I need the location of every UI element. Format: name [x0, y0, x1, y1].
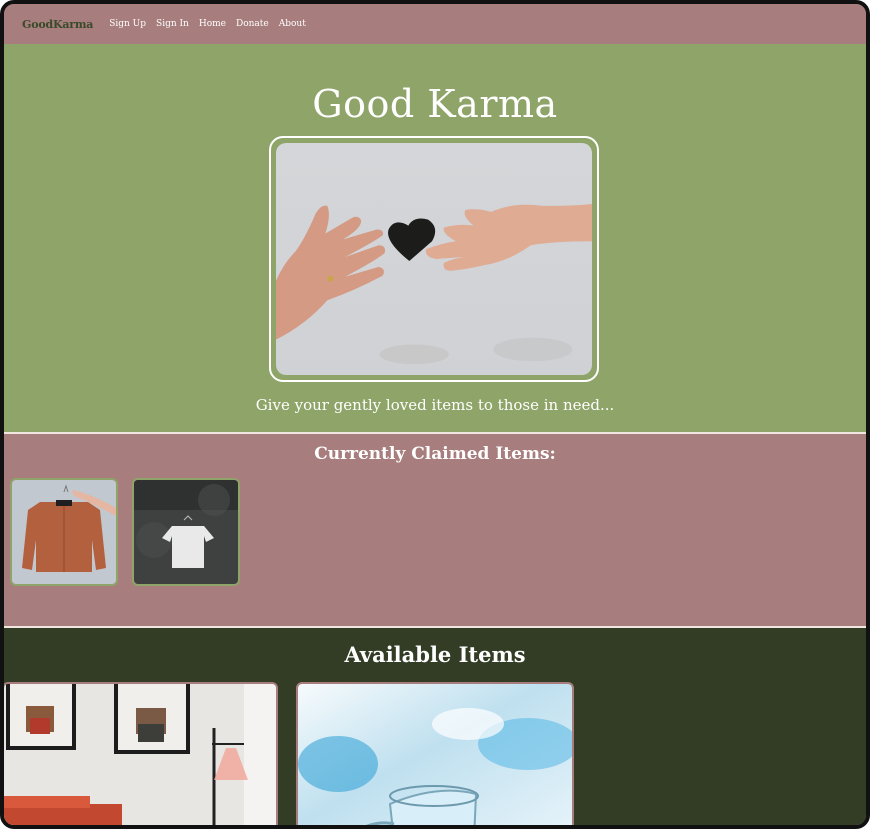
- available-item-card[interactable]: [296, 682, 574, 825]
- nav-link-sign-in[interactable]: Sign In: [156, 19, 189, 29]
- nav-link-about[interactable]: About: [279, 19, 306, 29]
- claimed-item-card[interactable]: [132, 478, 240, 586]
- nav-link-donate[interactable]: Donate: [236, 19, 269, 29]
- browser-frame: GoodKarma Sign Up Sign In Home Donate Ab…: [0, 0, 870, 829]
- claimed-items-section: Currently Claimed Items:: [4, 434, 866, 628]
- nav-link-home[interactable]: Home: [199, 19, 226, 29]
- hero-image-frame: [269, 136, 599, 382]
- available-items-section: Available Items: [4, 628, 866, 825]
- page-title: Good Karma: [312, 82, 558, 126]
- brand-logo[interactable]: GoodKarma: [22, 18, 93, 31]
- nav-link-sign-up[interactable]: Sign Up: [109, 19, 146, 29]
- available-section-title: Available Items: [344, 642, 526, 667]
- hero-image: [276, 143, 592, 375]
- top-nav: GoodKarma Sign Up Sign In Home Donate Ab…: [4, 4, 866, 44]
- available-item-card[interactable]: [4, 682, 278, 825]
- claimed-section-title: Currently Claimed Items:: [314, 444, 556, 464]
- hero-subtitle: Give your gently loved items to those in…: [255, 396, 615, 414]
- claimed-item-card[interactable]: [10, 478, 118, 586]
- hero-section: Good Karma Give your gently loved items …: [4, 44, 866, 434]
